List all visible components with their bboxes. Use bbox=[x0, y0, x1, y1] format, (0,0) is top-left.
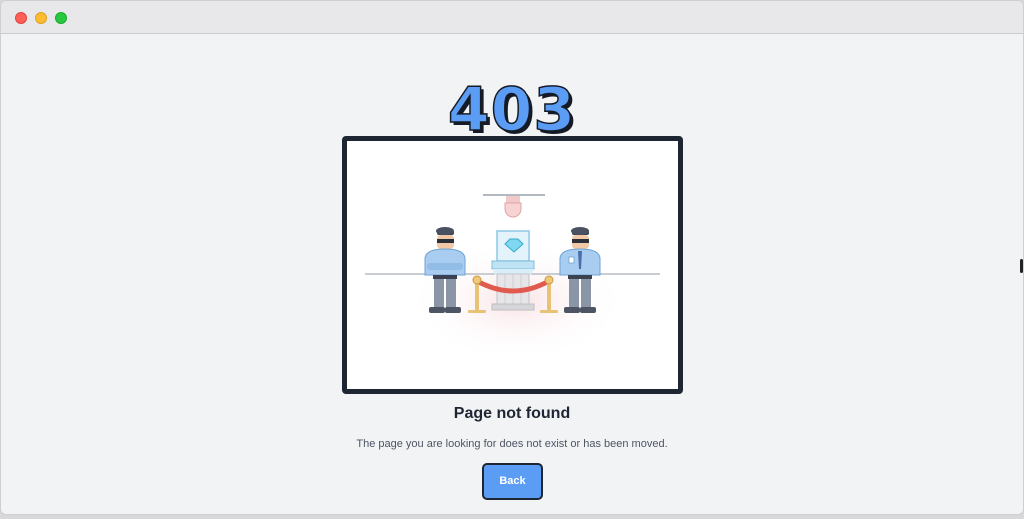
error-code: 403 bbox=[447, 75, 577, 145]
window-titlebar bbox=[1, 1, 1023, 34]
close-window-button[interactable] bbox=[15, 12, 27, 24]
minimize-window-button[interactable] bbox=[35, 12, 47, 24]
error-message: The page you are looking for does not ex… bbox=[356, 438, 668, 450]
browser-window: 403 Page not found The page you are look… bbox=[0, 0, 1024, 515]
window-edge-marker bbox=[1020, 259, 1023, 273]
back-button[interactable]: Back bbox=[482, 463, 543, 500]
page-title: Page not found bbox=[453, 405, 571, 422]
security-guards-illustration bbox=[342, 136, 683, 394]
guards-diamond-icon bbox=[365, 194, 660, 361]
maximize-window-button[interactable] bbox=[55, 12, 67, 24]
